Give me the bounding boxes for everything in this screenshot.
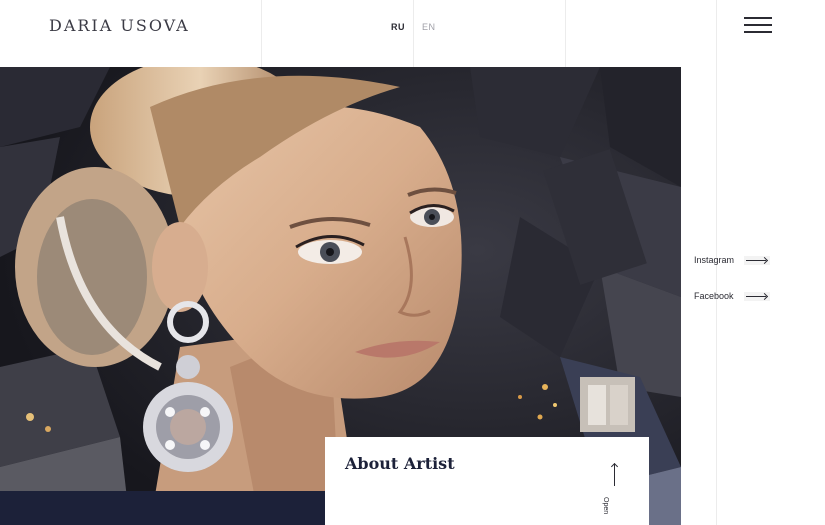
arrow-right-icon	[743, 291, 770, 301]
open-label[interactable]: Open	[602, 497, 609, 514]
about-artist-card[interactable]: About Artist Open	[325, 437, 649, 525]
facebook-label: Facebook	[694, 291, 734, 301]
arrow-right-icon	[744, 255, 771, 265]
about-artist-title: About Artist	[345, 454, 455, 473]
site-logo[interactable]: DARIA USOVA	[49, 16, 190, 35]
instagram-link[interactable]: Instagram	[694, 255, 771, 265]
arrow-up-icon[interactable]	[614, 464, 615, 486]
grid-line	[261, 0, 262, 67]
instagram-label: Instagram	[694, 255, 735, 265]
facebook-link[interactable]: Facebook	[694, 291, 770, 301]
grid-line	[565, 0, 566, 67]
lang-en[interactable]: EN	[422, 22, 436, 32]
grid-line	[716, 0, 717, 67]
lang-ru[interactable]: RU	[391, 22, 405, 32]
hamburger-menu-icon[interactable]	[744, 17, 772, 35]
site-header: DARIA USOVA RU EN	[0, 0, 825, 67]
grid-line	[413, 0, 414, 67]
